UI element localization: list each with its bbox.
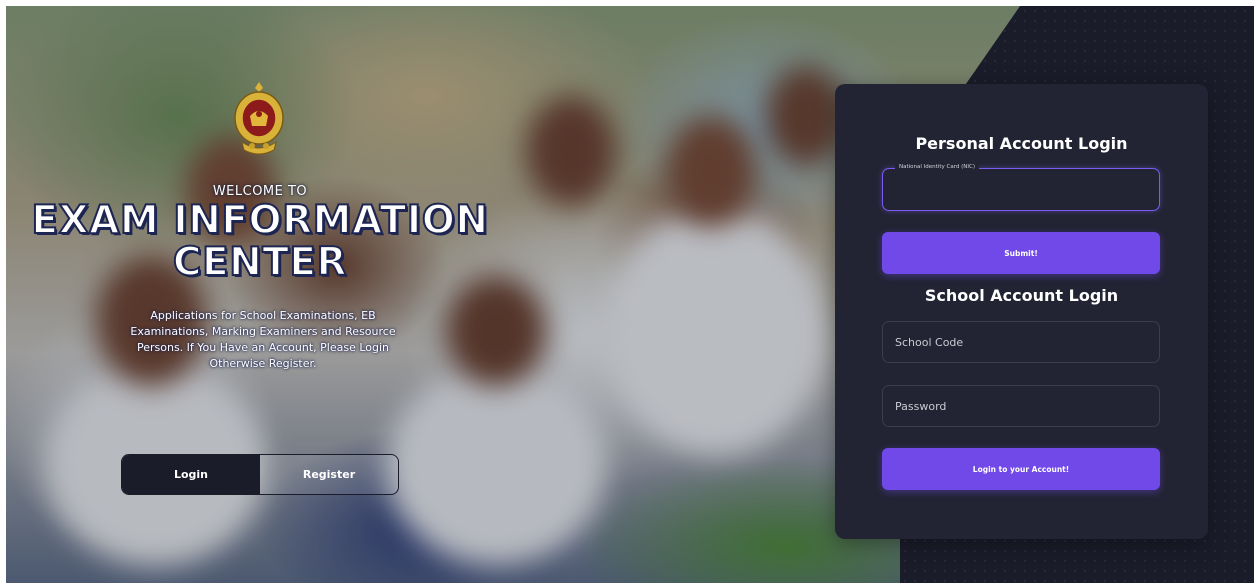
- login-account-button[interactable]: Login to your Account!: [882, 448, 1160, 490]
- personal-login-title: Personal Account Login: [915, 134, 1128, 153]
- register-tab-button[interactable]: Register: [260, 455, 398, 494]
- school-code-input[interactable]: [882, 321, 1160, 363]
- nic-field-label: National Identity Card (NIC): [895, 162, 979, 172]
- page-title-line1: EXAM INFORMATION: [30, 198, 489, 243]
- school-login-title: School Account Login: [924, 286, 1119, 305]
- page-title: EXAM INFORMATION CENTER: [0, 198, 520, 285]
- welcome-description: Applications for School Examinations, EB…: [130, 309, 396, 370]
- sri-lanka-emblem-icon: [230, 80, 288, 158]
- welcome-pretitle: WELCOME TO: [212, 184, 308, 199]
- login-register-toggle: Login Register: [121, 454, 399, 495]
- nic-input[interactable]: [883, 169, 1159, 210]
- login-card: Personal Account Login National Identity…: [835, 84, 1208, 539]
- page-title-line2: CENTER: [172, 240, 348, 285]
- login-tab-button[interactable]: Login: [122, 455, 260, 494]
- submit-button[interactable]: Submit!: [882, 232, 1160, 274]
- password-input[interactable]: [882, 385, 1160, 427]
- nic-field: National Identity Card (NIC): [882, 162, 1160, 211]
